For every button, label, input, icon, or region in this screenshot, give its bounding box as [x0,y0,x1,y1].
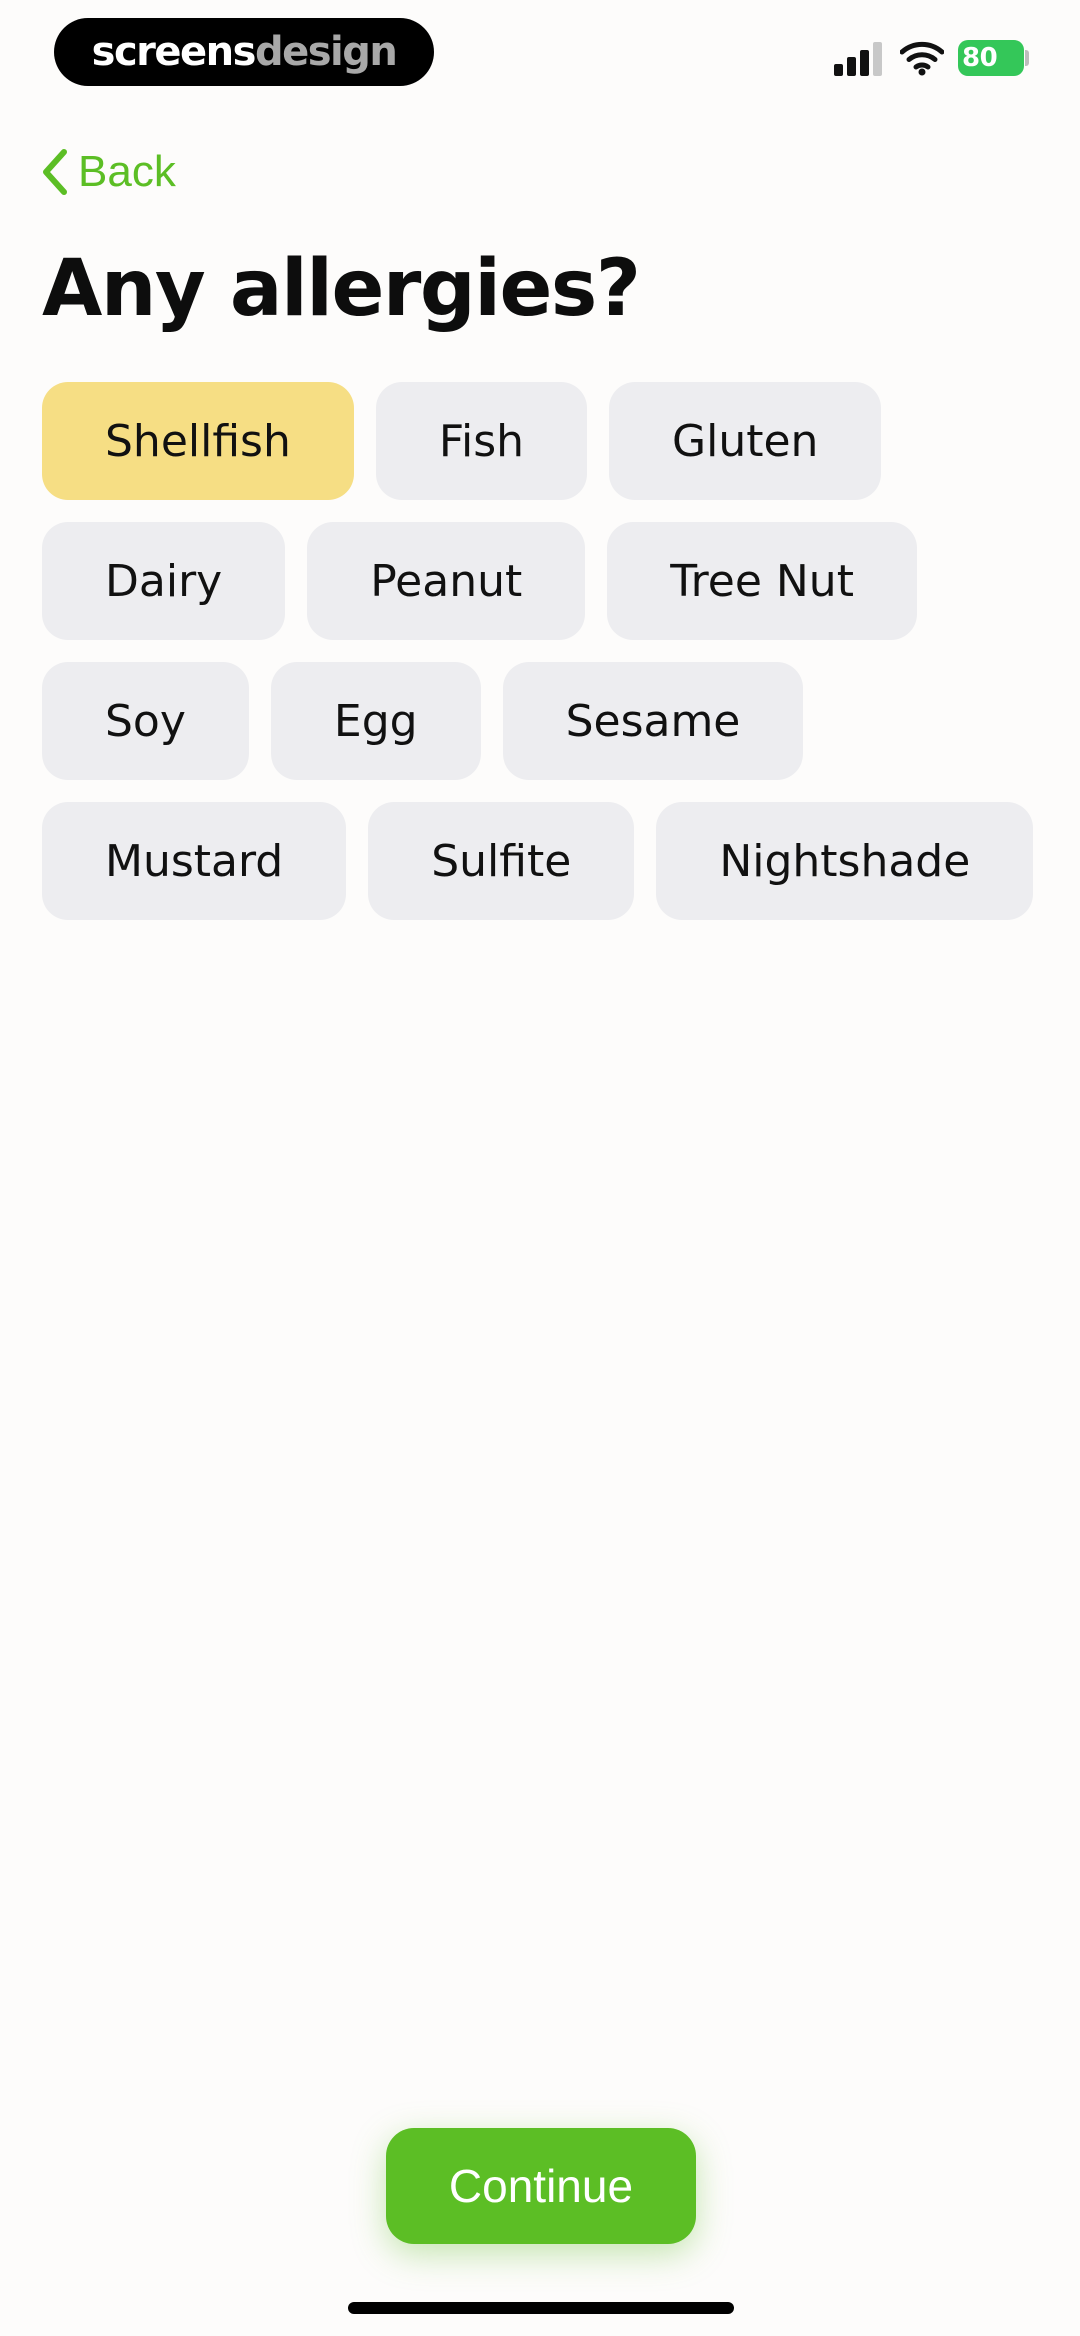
battery-charging-icon: 80 [958,40,1024,76]
allergy-chip-gluten[interactable]: Gluten [609,382,882,500]
chevron-left-icon [43,149,67,195]
home-indicator [348,2302,734,2314]
allergy-chip-mustard[interactable]: Mustard [42,802,347,920]
screensdesign-watermark: screens design [54,18,434,86]
allergy-chip-peanut[interactable]: Peanut [307,522,586,640]
allergy-chip-tree-nut[interactable]: Tree Nut [607,522,917,640]
allergy-chip-egg[interactable]: Egg [270,662,481,780]
allergy-chip-dairy[interactable]: Dairy [42,522,286,640]
back-label: Back [78,147,176,196]
wifi-icon [900,41,944,76]
allergy-chip-nightshade[interactable]: Nightshade [656,802,1034,920]
continue-button[interactable]: Continue [386,2128,696,2244]
page-title: Any allergies? [42,244,641,334]
allergy-chip-list: Shellfish Fish Gluten Dairy Peanut Tree … [42,382,1042,920]
allergy-chip-sulfite[interactable]: Sulfite [368,802,635,920]
watermark-text-screens: screens [91,29,257,75]
status-bar: screens design 80 [0,0,1080,120]
allergy-chip-shellfish[interactable]: Shellfish [42,382,354,500]
back-button[interactable]: Back [40,142,176,202]
allergy-chip-fish[interactable]: Fish [375,382,588,500]
battery-level: 80 [962,43,998,73]
watermark-text-design: design [254,29,398,75]
battery-tip [1025,50,1029,66]
cellular-signal-icon [834,42,882,76]
allergy-chip-soy[interactable]: Soy [42,662,249,780]
allergy-chip-sesame[interactable]: Sesame [502,662,804,780]
